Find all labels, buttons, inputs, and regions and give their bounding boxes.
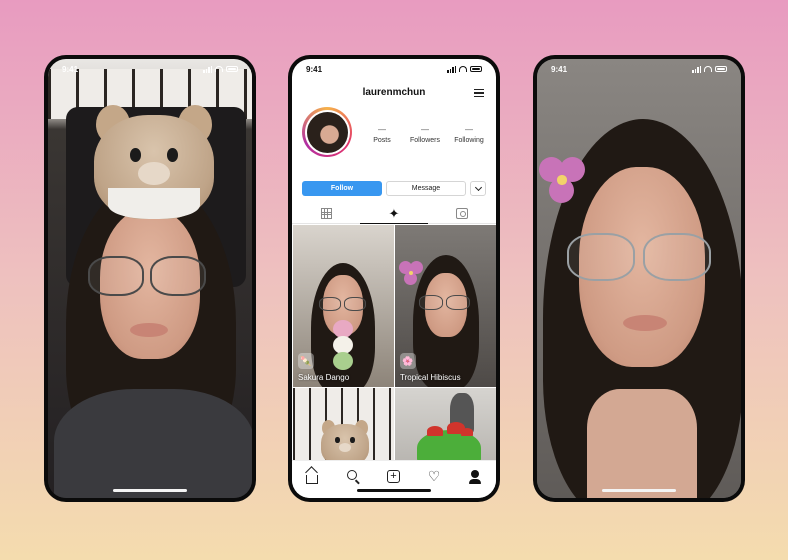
hibiscus-ar-effect	[399, 261, 423, 285]
suggested-dropdown-button[interactable]	[470, 181, 486, 196]
status-bar: 9:41	[48, 59, 252, 79]
home-indicator[interactable]	[357, 489, 431, 492]
middle-phone: 9:41 laurenmchun — Posts — Followers — F…	[288, 55, 500, 502]
effects-icon: ✦	[388, 206, 400, 221]
heart-icon: ♡	[427, 468, 441, 484]
tagged-icon	[456, 208, 468, 219]
skin-neck	[587, 389, 697, 498]
stat-followers-label: Followers	[410, 137, 440, 144]
effect-tile-sakura-dango[interactable]: 🍡 Sakura Dango	[293, 225, 394, 387]
avatar[interactable]	[302, 107, 352, 157]
dango-ar-effect	[333, 320, 353, 380]
profile-icon	[468, 470, 481, 484]
dango-icon: 🍡	[298, 353, 314, 369]
right-phone: 9:41	[533, 55, 745, 502]
signal-icon	[203, 65, 212, 73]
tile-label: Sakura Dango	[298, 373, 350, 382]
nav-profile[interactable]	[468, 469, 484, 485]
home-indicator[interactable]	[602, 489, 676, 492]
profile-screen: 9:41 laurenmchun — Posts — Followers — F…	[292, 59, 496, 498]
nav-search[interactable]	[345, 469, 361, 485]
hamster-ar-effect	[94, 104, 214, 219]
tile-label: Tropical Hibiscus	[400, 373, 461, 382]
left-phone: 9:41	[44, 55, 256, 502]
effect-tile-tropical-hibiscus[interactable]: 🌸 Tropical Hibiscus	[395, 225, 496, 387]
stat-following-label: Following	[454, 137, 484, 144]
effect-tile-hamster[interactable]	[293, 388, 394, 468]
message-button[interactable]: Message	[386, 181, 466, 196]
wifi-icon	[459, 66, 467, 72]
camera-screen-hamster: 9:41	[48, 59, 252, 498]
hibiscus-ar-effect	[539, 157, 585, 203]
wifi-icon	[215, 66, 223, 72]
tab-tagged[interactable]	[428, 204, 496, 224]
camera-screen-hibiscus: 9:41	[537, 59, 741, 498]
tab-posts[interactable]	[292, 204, 360, 224]
nav-home[interactable]	[304, 469, 320, 485]
profile-tabs: ✦	[292, 204, 496, 224]
signal-icon	[447, 65, 456, 73]
menu-icon[interactable]	[474, 89, 484, 97]
stat-following[interactable]: — Following	[439, 125, 496, 144]
hibiscus-icon: 🌸	[400, 353, 416, 369]
nav-activity[interactable]: ♡	[427, 469, 443, 485]
shirt	[54, 389, 252, 498]
stat-posts-label: Posts	[373, 137, 391, 144]
status-bar: 9:41	[292, 59, 496, 79]
battery-icon	[226, 66, 238, 72]
home-icon	[306, 475, 319, 484]
status-time: 9:41	[306, 64, 323, 74]
bottom-nav: + ♡	[292, 460, 496, 498]
status-time: 9:41	[62, 64, 79, 74]
effect-tile-mushroom[interactable]	[395, 388, 496, 468]
home-indicator[interactable]	[113, 489, 187, 492]
nav-add[interactable]: +	[386, 469, 402, 485]
grid-icon	[320, 208, 332, 219]
search-icon	[347, 470, 358, 480]
follow-button[interactable]: Follow	[302, 181, 382, 196]
wifi-icon	[704, 66, 712, 72]
battery-icon	[715, 66, 727, 72]
lips	[623, 315, 667, 331]
stat-following-value: —	[465, 125, 473, 134]
glasses	[567, 233, 711, 281]
add-icon: +	[386, 470, 400, 483]
tab-effects[interactable]: ✦	[360, 204, 428, 224]
glasses	[88, 256, 206, 296]
profile-username: laurenmchun	[362, 87, 426, 98]
lips	[130, 323, 168, 337]
battery-icon	[470, 66, 482, 72]
status-time: 9:41	[551, 64, 568, 74]
signal-icon	[692, 65, 701, 73]
status-bar: 9:41	[537, 59, 741, 79]
